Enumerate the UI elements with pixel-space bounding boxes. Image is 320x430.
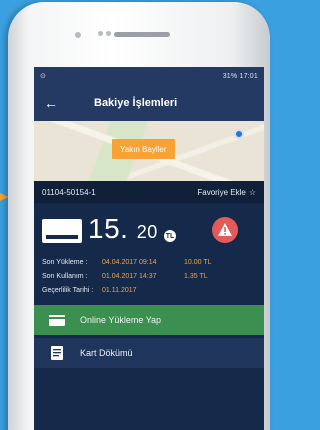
info-row: Geçerlilik Tarihi : 01.11.2017 <box>42 283 256 297</box>
phone-frame: ⊙ 31% 17:01 ← Bakiye İşlemleri Yakın Bay… <box>8 2 270 430</box>
document-icon <box>48 346 66 360</box>
card-info-row: 01104-50154-1 Favoriye Ekle ☆ <box>34 181 264 203</box>
favorite-button[interactable]: Favoriye Ekle ☆ <box>197 188 256 197</box>
info-date: 04.04.2017 09:14 <box>102 258 157 266</box>
card-payment-icon <box>48 313 66 327</box>
status-bar: ⊙ 31% 17:01 <box>34 67 264 85</box>
info-value: 10.00 TL <box>184 258 212 266</box>
menu-label: Kart Dökümü <box>80 348 133 358</box>
earpiece-speaker <box>114 32 170 37</box>
info-label: Geçerlilik Tarihi : <box>42 286 94 294</box>
balance-integer: 15. <box>88 213 129 244</box>
info-label: Son Yükleme : <box>42 258 88 266</box>
star-icon: ☆ <box>248 187 256 197</box>
info-row: Son Kullanım : 01.04.2017 14:37 1.35 TL <box>42 269 256 283</box>
map-view[interactable]: Yakın Bayiler <box>34 121 264 181</box>
card-icon <box>42 219 82 243</box>
back-arrow-icon[interactable]: ← <box>44 95 64 111</box>
card-statement-button[interactable]: Kart Dökümü <box>34 338 264 368</box>
balance-section: 15. 20 TL <box>34 203 264 255</box>
favorite-label: Favoriye Ekle <box>197 187 246 197</box>
nearby-dealers-button[interactable]: Yakın Bayiler <box>112 139 175 159</box>
balance-amount: 15. 20 <box>88 213 158 245</box>
card-number: 01104-50154-1 <box>42 187 96 197</box>
info-date: 01.11.2017 <box>102 286 137 294</box>
transaction-info: Son Yükleme : 04.04.2017 09:14 10.00 TL … <box>34 255 264 297</box>
app-screen: ⊙ 31% 17:01 ← Bakiye İşlemleri Yakın Bay… <box>34 67 264 430</box>
sensor-dot <box>98 31 103 36</box>
info-value: 1.35 TL <box>184 272 208 280</box>
info-label: Son Kullanım : <box>42 272 88 280</box>
status-right: 31% 17:01 <box>222 72 258 80</box>
location-pin-icon <box>234 129 244 139</box>
menu-label: Online Yükleme Yap <box>80 315 162 325</box>
info-row: Son Yükleme : 04.04.2017 09:14 10.00 TL <box>42 255 256 269</box>
warning-icon[interactable] <box>212 217 238 243</box>
info-date: 01.04.2017 14:37 <box>102 272 157 280</box>
currency-badge: TL <box>164 230 176 242</box>
sensor-dot <box>106 31 111 36</box>
location-icon: ⊙ <box>40 73 46 80</box>
app-bar: ← Bakiye İşlemleri <box>34 85 264 121</box>
online-topup-button[interactable]: Online Yükleme Yap <box>34 305 264 335</box>
camera-dot <box>75 32 81 38</box>
page-title: Bakiye İşlemleri <box>94 97 178 109</box>
balance-decimal: 20 <box>136 222 158 242</box>
